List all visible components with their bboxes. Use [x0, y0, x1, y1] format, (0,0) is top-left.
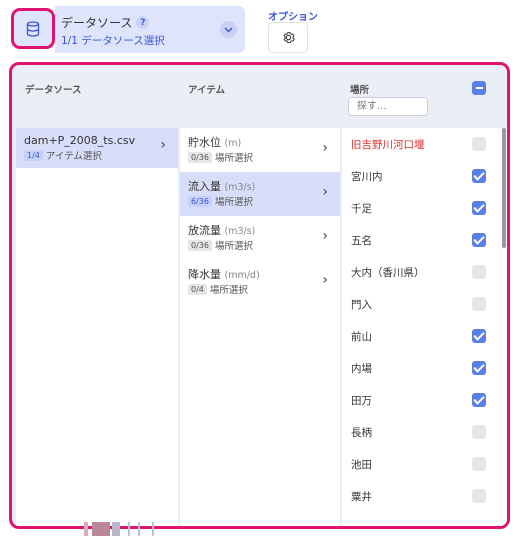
location-checkbox[interactable]: [472, 137, 486, 151]
location-name: 五名: [351, 235, 372, 247]
item-list: 貯水位 (m) 0/36 場所選択 › 流入量 (m3/s) 6/36 場所選択 › 放流量 (…: [180, 128, 340, 526]
location-row[interactable]: 内場: [342, 352, 502, 384]
location-row[interactable]: 大内（香川県）: [342, 256, 502, 288]
location-search-input[interactable]: [348, 97, 428, 116]
location-checkbox[interactable]: [472, 201, 486, 215]
chevron-right-icon: ›: [322, 140, 328, 156]
item-name: 貯水位: [188, 136, 221, 149]
select-all-checkbox[interactable]: [472, 81, 486, 95]
location-name: 田万: [351, 395, 372, 407]
database-icon: [26, 20, 40, 37]
file-sub-label: アイテム選択: [45, 151, 102, 162]
options-label: オプション: [268, 12, 318, 23]
chevron-right-icon: ›: [322, 228, 328, 244]
location-checkbox[interactable]: [472, 425, 486, 439]
location-count-badge: 0/4: [188, 283, 207, 295]
column-header-item: アイテム: [188, 85, 226, 96]
column-header-datasource: データソース: [25, 85, 82, 96]
location-row[interactable]: 長柄: [342, 416, 502, 448]
item-row[interactable]: 降水量 (mm/d) 0/4 場所選択 ›: [180, 260, 340, 304]
chevron-right-icon: ›: [322, 272, 328, 288]
location-row[interactable]: 前山: [342, 320, 502, 352]
location-checkbox[interactable]: [472, 169, 486, 183]
datasource-file-row[interactable]: dam+P_2008_ts.csv 1/4 アイテム選択 ›: [16, 128, 178, 168]
item-unit: (m3/s): [224, 226, 256, 237]
location-name: 千足: [351, 203, 372, 215]
item-name: 放流量: [188, 224, 221, 237]
file-name: dam+P_2008_ts.csv: [24, 134, 136, 147]
item-sub-label: 場所選択: [214, 241, 253, 252]
datasource-panel: データソース アイテム 場所 dam+P_2008_ts.csv 1/4 アイテ…: [9, 62, 510, 529]
datasource-toggle-button[interactable]: [11, 8, 55, 49]
datasource-summary: 1/1 データソース選択: [61, 35, 165, 47]
location-name: 前山: [351, 331, 372, 343]
location-row[interactable]: 池田: [342, 448, 502, 480]
item-row[interactable]: 流入量 (m3/s) 6/36 場所選択 ›: [180, 172, 340, 216]
item-unit: (m): [224, 138, 242, 149]
item-row[interactable]: 貯水位 (m) 0/36 場所選択 ›: [180, 128, 340, 172]
location-name: 大内（香川県）: [351, 267, 425, 279]
location-row[interactable]: 宮川内: [342, 160, 502, 192]
location-row[interactable]: 五名: [342, 224, 502, 256]
location-row[interactable]: 門入: [342, 288, 502, 320]
location-row[interactable]: 旧吉野川河口堰: [342, 128, 502, 160]
location-checkbox[interactable]: [472, 265, 486, 279]
datasource-list: dam+P_2008_ts.csv 1/4 アイテム選択 ›: [16, 128, 178, 526]
location-row[interactable]: 粟井: [342, 480, 502, 512]
location-list: 旧吉野川河口堰 宮川内千足五名大内（香川県） 門入前山内場田万長柄池田粟井: [342, 128, 507, 526]
help-icon[interactable]: ?: [136, 16, 150, 29]
location-count-badge: 0/36: [188, 151, 212, 163]
location-name: 旧吉野川河口堰: [351, 139, 425, 151]
chevron-right-icon: ›: [322, 184, 328, 200]
chevron-down-icon: [224, 26, 233, 33]
item-sub-label: 場所選択: [209, 285, 248, 296]
item-count-badge: 1/4: [24, 149, 43, 161]
location-name: 門入: [351, 299, 372, 311]
location-name: 粟井: [351, 491, 372, 503]
location-row[interactable]: 田万: [342, 384, 502, 416]
item-row[interactable]: 放流量 (m3/s) 0/36 場所選択 ›: [180, 216, 340, 260]
item-name: 流入量: [188, 180, 221, 193]
location-checkbox[interactable]: [472, 297, 486, 311]
location-checkbox[interactable]: [472, 457, 486, 471]
location-checkbox[interactable]: [472, 361, 486, 375]
location-checkbox[interactable]: [472, 329, 486, 343]
location-checkbox[interactable]: [472, 393, 486, 407]
location-name: 内場: [351, 363, 372, 375]
datasource-header[interactable]: データソース ? 1/1 データソース選択: [55, 6, 245, 53]
gear-icon: [283, 31, 295, 44]
location-checkbox[interactable]: [472, 489, 486, 503]
location-name: 宮川内: [351, 171, 383, 183]
expand-button[interactable]: [220, 21, 237, 38]
location-name: 長柄: [351, 427, 372, 439]
item-sub-label: 場所選択: [214, 197, 253, 208]
location-scrollbar[interactable]: [502, 128, 506, 248]
item-sub-label: 場所選択: [214, 153, 253, 164]
location-checkbox[interactable]: [472, 233, 486, 247]
datasource-title: データソース: [61, 16, 133, 30]
column-header-location: 場所: [350, 85, 370, 96]
background-fragment: [84, 522, 164, 536]
item-unit: (mm/d): [224, 270, 260, 281]
chevron-right-icon: ›: [160, 137, 166, 153]
item-name: 降水量: [188, 268, 221, 281]
location-name: 池田: [351, 459, 372, 471]
location-count-badge: 0/36: [188, 239, 212, 251]
options-button[interactable]: [268, 22, 308, 53]
item-unit: (m3/s): [224, 182, 256, 193]
location-row[interactable]: 千足: [342, 192, 502, 224]
location-count-badge: 6/36: [188, 195, 212, 207]
